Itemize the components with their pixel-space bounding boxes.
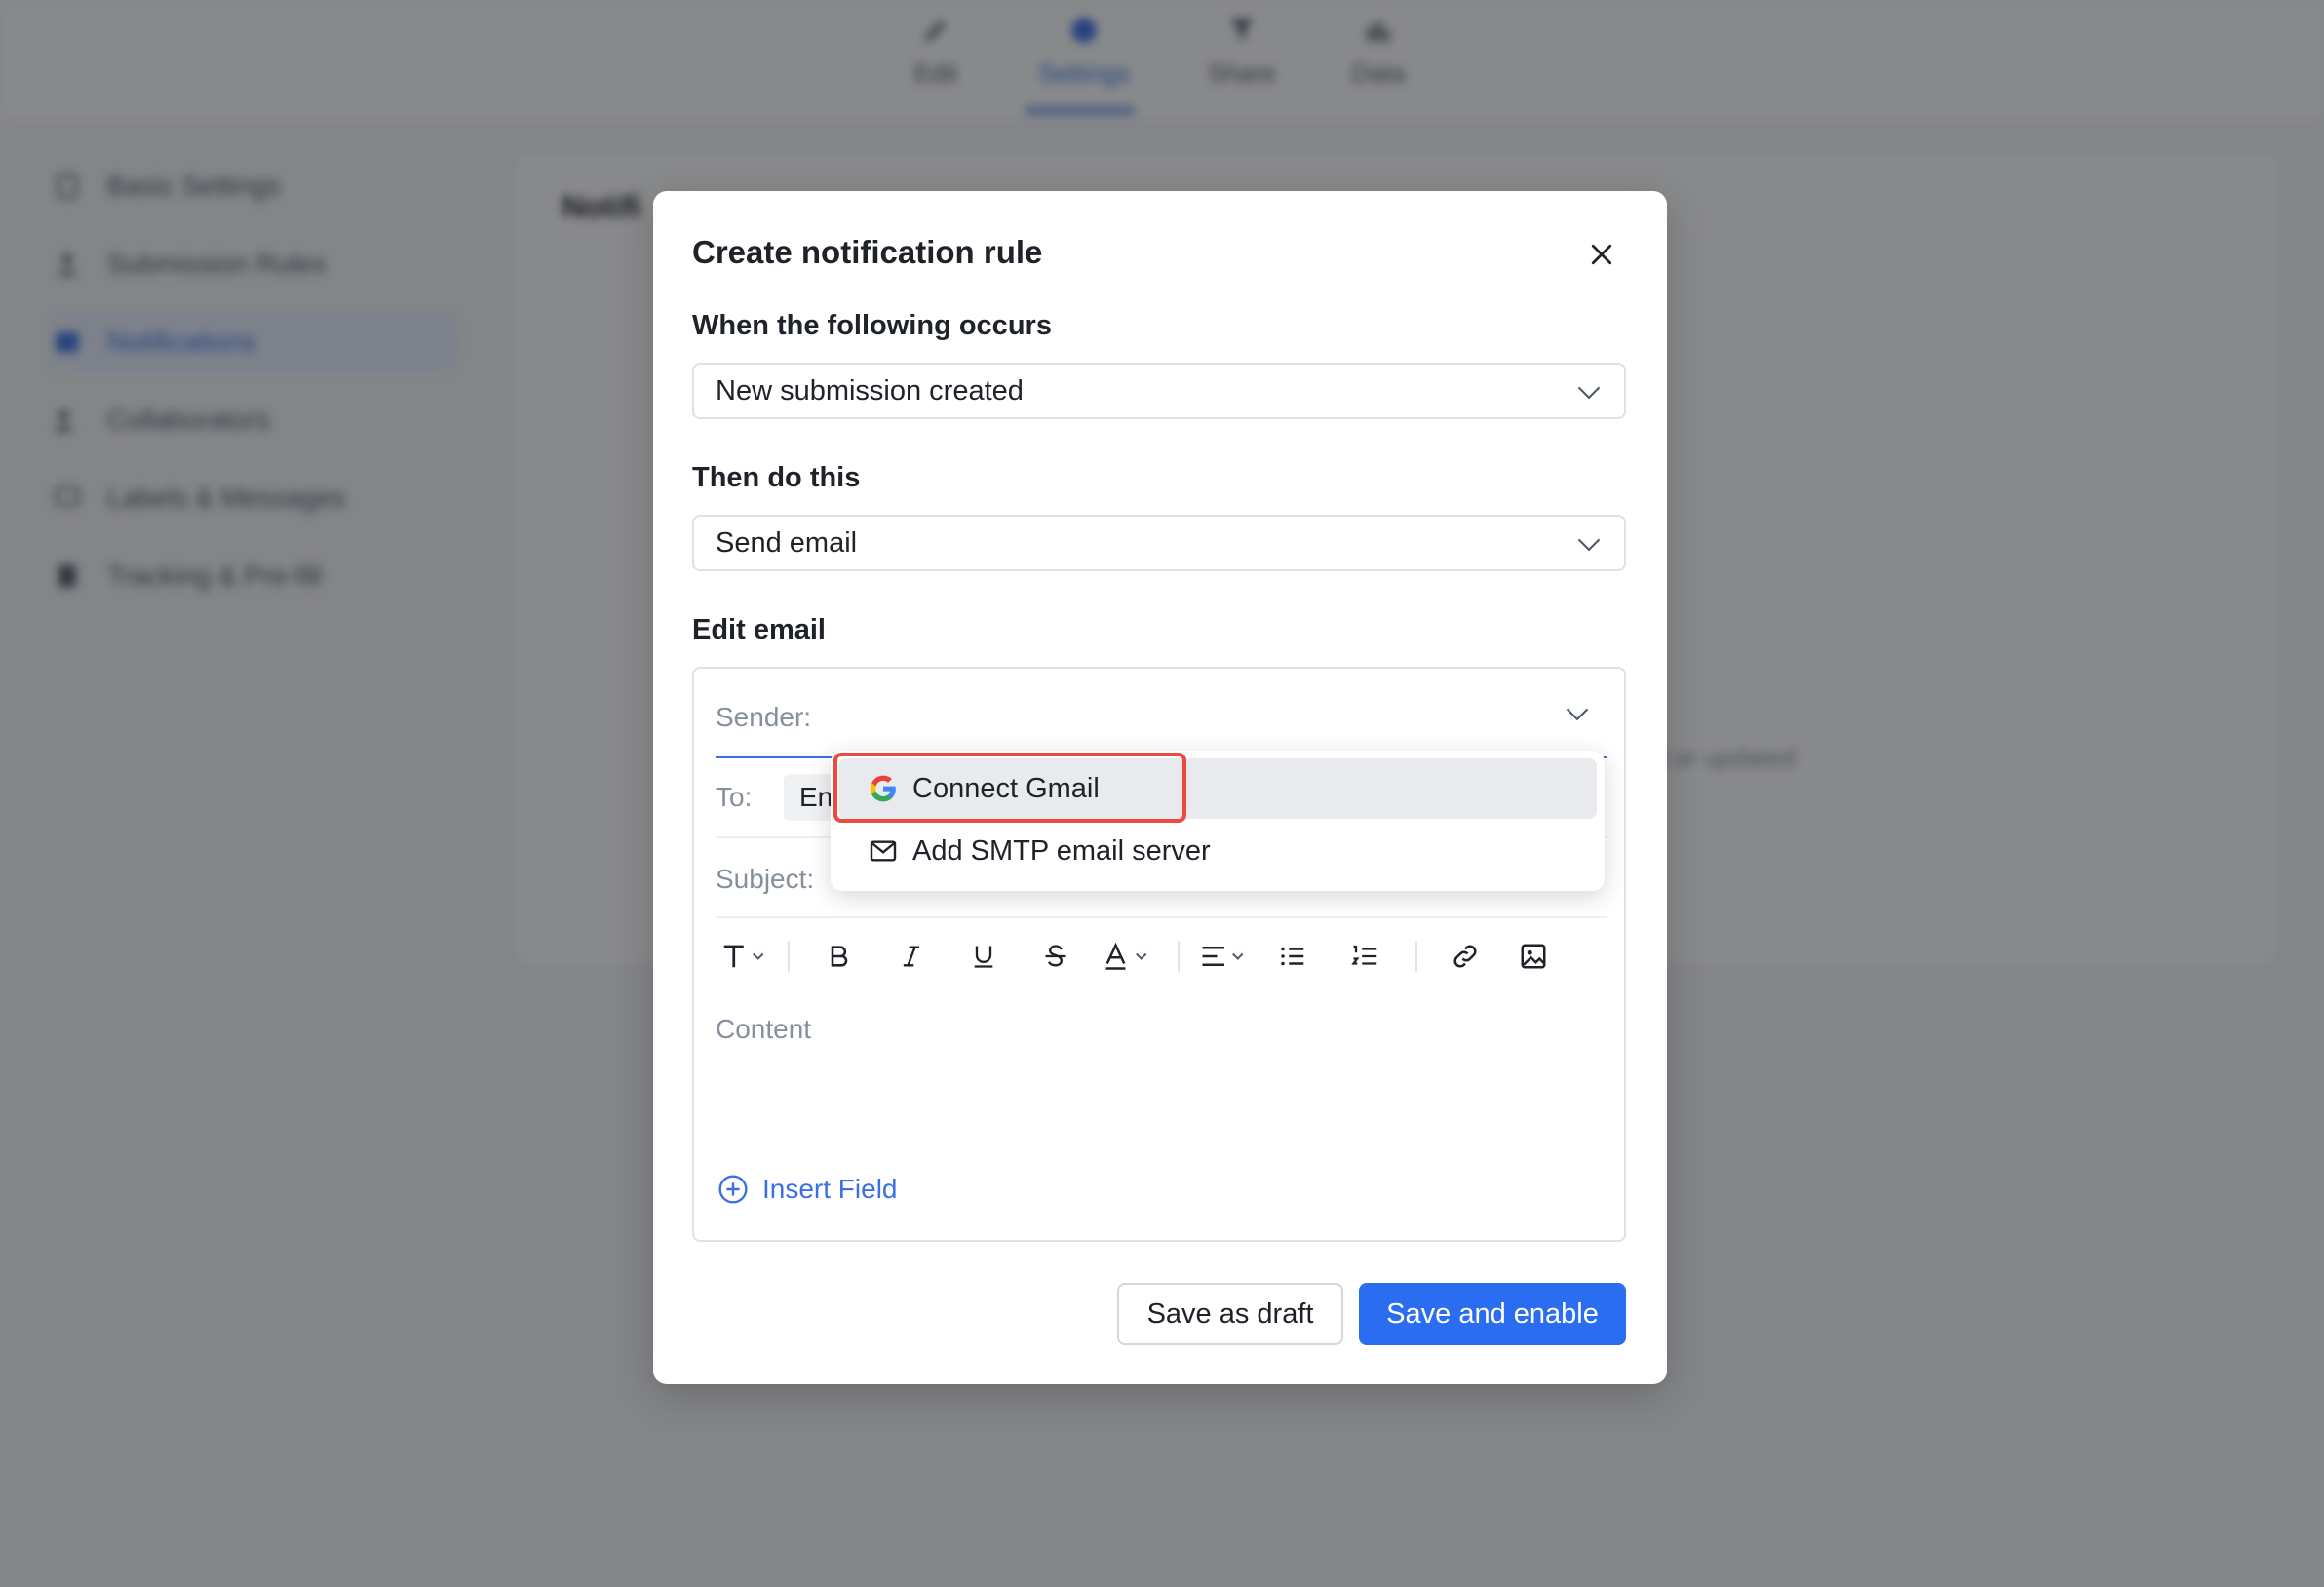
toolbar-divider: [1178, 941, 1180, 972]
add-smtp-label: Add SMTP email server: [912, 834, 1211, 867]
save-as-draft-button[interactable]: Save as draft: [1117, 1283, 1343, 1345]
link-button[interactable]: [1431, 935, 1499, 978]
link-icon: [1453, 945, 1477, 968]
insert-field-button[interactable]: Insert Field: [717, 1174, 898, 1205]
image-button[interactable]: [1499, 935, 1568, 978]
close-icon: [1591, 244, 1612, 265]
formatting-toolbar: [716, 922, 1607, 990]
dialog-title: Create notification rule: [692, 234, 1043, 270]
content-area[interactable]: Content: [716, 1014, 811, 1045]
sender-dropdown-menu: Connect Gmail Add SMTP email server: [831, 751, 1605, 891]
connect-gmail-option[interactable]: Connect Gmail: [838, 758, 1597, 819]
align-left-icon: [1202, 947, 1244, 966]
mail-icon: [870, 840, 897, 862]
close-button[interactable]: [1577, 230, 1626, 279]
chevron-down-icon: [1566, 708, 1589, 721]
action-label: Then do this: [692, 462, 861, 493]
add-smtp-option[interactable]: Add SMTP email server: [838, 821, 1597, 881]
strikethrough-button[interactable]: [1020, 935, 1092, 978]
trigger-value: New submission created: [716, 374, 1024, 406]
underline-icon: [974, 946, 993, 968]
text-color-button[interactable]: [1092, 935, 1164, 978]
save-and-enable-button[interactable]: Save and enable: [1359, 1283, 1626, 1345]
insert-field-label: Insert Field: [762, 1174, 898, 1204]
sender-select[interactable]: Sender:: [716, 669, 1607, 758]
numbered-list-button[interactable]: [1330, 935, 1402, 978]
toolbar-divider: [1415, 941, 1417, 972]
connect-gmail-label: Connect Gmail: [912, 772, 1100, 804]
sender-label: Sender:: [716, 702, 812, 732]
image-icon: [1521, 944, 1546, 969]
font-size-button[interactable]: [716, 935, 774, 978]
to-label: To:: [716, 782, 753, 812]
bullet-list-button[interactable]: [1256, 935, 1330, 978]
chevron-down-icon: [1577, 386, 1601, 400]
trigger-label: When the following occurs: [692, 310, 1052, 341]
text-color-icon: [1105, 942, 1147, 970]
google-icon: [870, 775, 896, 802]
chevron-down-icon: [1577, 538, 1601, 552]
strikethrough-icon: [1045, 945, 1066, 967]
subject-label: Subject:: [716, 864, 815, 894]
action-value: Send email: [716, 526, 858, 559]
italic-button[interactable]: [875, 935, 948, 978]
edit-email-label: Edit email: [692, 614, 826, 645]
toolbar-divider: [788, 941, 790, 972]
bullet-list-icon: [1281, 947, 1304, 966]
add-circle-icon: [718, 1175, 748, 1204]
trigger-select[interactable]: New submission created: [692, 363, 1626, 419]
bold-button[interactable]: [803, 935, 875, 978]
italic-icon: [903, 946, 920, 967]
underline-button[interactable]: [948, 935, 1020, 978]
align-button[interactable]: [1193, 935, 1256, 978]
action-select[interactable]: Send email: [692, 515, 1626, 571]
bold-icon: [831, 946, 848, 967]
numbered-list-icon: [1351, 945, 1377, 965]
text-size-icon: [723, 945, 764, 968]
